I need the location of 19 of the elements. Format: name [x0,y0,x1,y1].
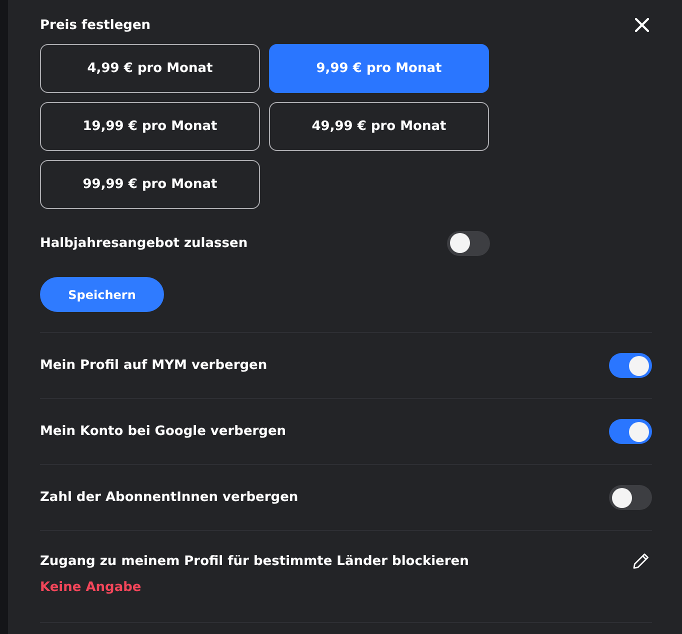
price-option[interactable]: 49,99 € pro Monat [269,102,489,151]
toggle-switch[interactable] [609,419,652,444]
edit-icon[interactable] [632,552,650,570]
setting-label: Zahl der AbonnentInnen verbergen [40,490,298,505]
setting-label: Mein Profil auf MYM verbergen [40,358,268,373]
save-button[interactable]: Speichern [40,277,164,312]
setting-label: Mein Konto bei Google verbergen [40,424,286,439]
price-option[interactable]: 99,99 € pro Monat [40,160,260,209]
setting-value: Keine Angabe [40,580,142,595]
price-option[interactable]: 4,99 € pro Monat [40,44,260,93]
price-option[interactable]: 19,99 € pro Monat [40,102,260,151]
toggle-switch[interactable] [609,353,652,378]
toggle-switch[interactable] [447,230,490,256]
section-title: Preis festlegen [40,18,151,32]
toggle-label: Halbjahresangebot zulassen [40,236,248,250]
toggle-switch[interactable] [609,485,652,510]
setting-label: Zugang zu meinem Profil für bestimmte Länder blockieren [40,554,469,568]
price-option[interactable]: 9,99 € pro Monat [269,44,489,93]
close-icon[interactable] [635,18,649,32]
